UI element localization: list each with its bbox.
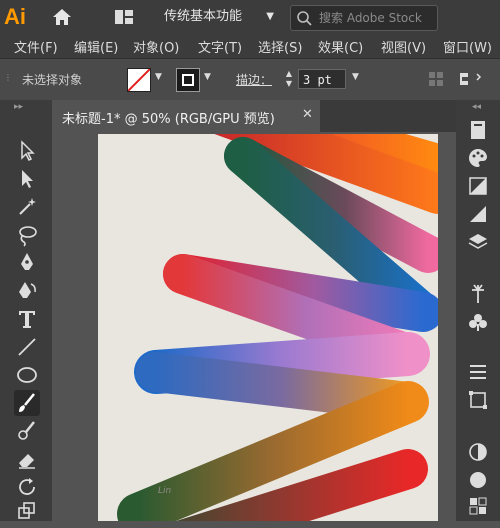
chevron-down-icon[interactable]: ▼: [204, 72, 211, 82]
menu-edit[interactable]: 编辑(E): [74, 37, 118, 56]
menu-object[interactable]: 对象(O): [133, 37, 179, 56]
panel-icon[interactable]: [466, 118, 490, 142]
fill-swatch[interactable]: [127, 68, 151, 92]
stroke-weight-input[interactable]: 3 pt: [298, 69, 346, 89]
menu-type[interactable]: 文字(T): [198, 37, 242, 56]
search-placeholder: 搜索 Adobe Stock: [319, 11, 422, 25]
canvas-area[interactable]: Lin: [52, 132, 456, 521]
line-segment-tool-icon[interactable]: [14, 334, 40, 360]
transform-icon[interactable]: [466, 388, 490, 412]
tools-panel: ▸▸: [0, 100, 52, 521]
rotate-tool-icon[interactable]: [14, 474, 40, 500]
lasso-tool-icon[interactable]: [14, 222, 40, 248]
menu-file[interactable]: 文件(F): [14, 37, 58, 56]
color-palette-icon[interactable]: [466, 146, 490, 170]
home-icon[interactable]: [50, 6, 74, 28]
menu-select[interactable]: 选择(S): [258, 37, 302, 56]
chevron-down-icon: ▼: [266, 11, 274, 22]
curvature-tool-icon[interactable]: [14, 278, 40, 304]
direct-selection-tool-icon[interactable]: [14, 166, 40, 192]
chevron-down-icon[interactable]: ▼: [155, 72, 162, 82]
type-tool-icon[interactable]: [14, 306, 40, 332]
grip-icon: ⋮: [4, 73, 12, 82]
blob-brush-tool-icon[interactable]: [14, 418, 40, 444]
pen-tool-icon[interactable]: [14, 250, 40, 276]
magic-wand-tool-icon[interactable]: [14, 194, 40, 220]
document-tab-title: 未标题-1* @ 50% (RGB/GPU 预览): [62, 112, 275, 127]
club-icon[interactable]: [466, 310, 490, 334]
signature-text: Lin: [158, 486, 172, 496]
selection-tool-icon[interactable]: [14, 138, 40, 164]
arrange-documents-icon[interactable]: [112, 6, 136, 28]
stroke-icon[interactable]: [466, 468, 490, 492]
menu-effect[interactable]: 效果(C): [318, 37, 363, 56]
layers-icon[interactable]: [466, 230, 490, 254]
stroke-weight-stepper[interactable]: ▲ ▼: [283, 69, 295, 89]
gradient-stroke-artwork[interactable]: [98, 134, 438, 521]
menu-window[interactable]: 窗口(W): [443, 37, 492, 56]
align-icon[interactable]: [466, 360, 490, 384]
workspace-label: 传统基本功能: [164, 9, 243, 24]
menu-view[interactable]: 视图(V): [381, 37, 426, 56]
stroke-label[interactable]: 描边：: [236, 71, 272, 88]
graphic-styles-icon[interactable]: [466, 494, 490, 518]
ellipse-tool-icon[interactable]: [14, 362, 40, 388]
stock-search-input[interactable]: 搜索 Adobe Stock: [290, 5, 438, 31]
document-tab-row: 未标题-1* @ 50% (RGB/GPU 预览) ✕: [52, 100, 456, 132]
workspace-switcher[interactable]: 传统基本功能 ▼: [158, 6, 278, 28]
close-icon[interactable]: ✕: [302, 107, 313, 122]
chevron-down-icon[interactable]: ▼: [352, 72, 359, 82]
recolor-icon[interactable]: [458, 70, 486, 88]
color-guide-icon[interactable]: [466, 174, 490, 198]
selection-status: 未选择对象: [22, 73, 83, 87]
artboard[interactable]: Lin: [98, 134, 438, 521]
collapse-icon[interactable]: ▸▸: [14, 102, 23, 112]
stroke-swatch[interactable]: [176, 68, 200, 92]
grid-icon[interactable]: [428, 71, 444, 87]
app-bar: Ai 传统基本功能 ▼ 搜索 Adobe Stock: [0, 0, 500, 34]
control-bar: ⋮ 未选择对象 ▼ ▼ 描边： ▲ ▼ 3 pt ▼: [0, 58, 500, 102]
transparency-icon[interactable]: [466, 440, 490, 464]
symbols-icon[interactable]: [466, 282, 490, 306]
app-logo: Ai: [4, 4, 26, 29]
document-tab[interactable]: 未标题-1* @ 50% (RGB/GPU 预览) ✕: [52, 100, 320, 132]
panel-dock: ◂◂: [456, 100, 500, 521]
scale-tool-icon[interactable]: [14, 498, 40, 524]
eraser-tool-icon[interactable]: [14, 446, 40, 472]
expand-icon[interactable]: ◂◂: [472, 102, 481, 112]
gradient-icon[interactable]: [466, 202, 490, 226]
paintbrush-tool-icon[interactable]: [14, 390, 40, 416]
menu-bar: 文件(F) 编辑(E) 对象(O) 文字(T) 选择(S) 效果(C) 视图(V…: [0, 34, 500, 58]
